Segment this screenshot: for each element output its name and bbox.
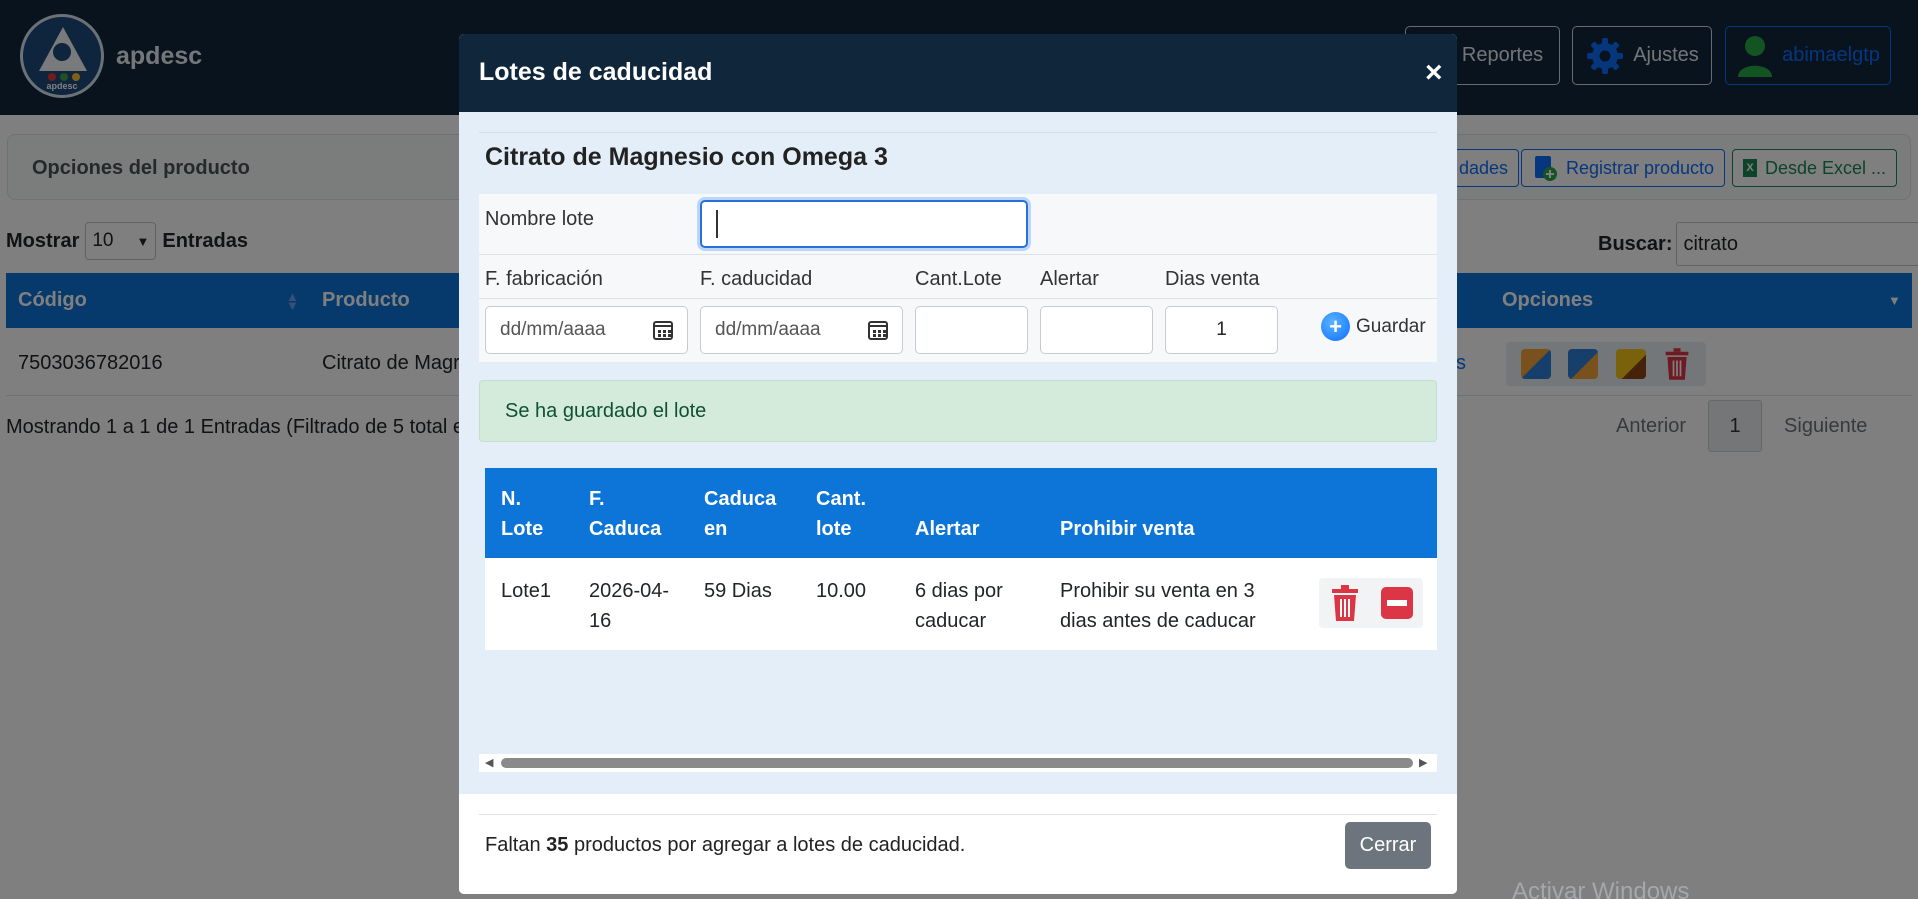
cell-prohibir: Prohibir su venta en 3 dias antes de cadu… (1060, 580, 1256, 632)
lote-row-actions (1319, 578, 1423, 628)
f-fabricacion-input[interactable]: dd/mm/aaaa (485, 306, 688, 354)
calendar-icon[interactable] (653, 320, 673, 340)
text-caret (716, 210, 718, 238)
cell-cant: 10.00 (816, 580, 867, 602)
modal-body: Citrato de Magnesio con Omega 3 Nombre l… (459, 112, 1457, 794)
f-caducidad-placeholder: dd/mm/aaaa (715, 319, 821, 340)
header-cant-lote: Cant. lote (816, 488, 866, 540)
dias-venta-value: 1 (1216, 319, 1227, 340)
calendar-icon[interactable] (868, 320, 888, 340)
cell-caduca-en: 59 Dias (704, 580, 772, 602)
header-n-lote: N. Lote (501, 488, 544, 540)
product-name: Citrato de Magnesio con Omega 3 (485, 143, 888, 171)
plus-circle-icon: + (1321, 312, 1350, 341)
scroll-left-icon[interactable]: ◀ (485, 754, 493, 772)
success-alert: Se ha guardado el lote (479, 380, 1437, 442)
pending-count: 35 (546, 834, 569, 856)
save-lote-label: Guardar (1356, 315, 1426, 337)
table-row: Lote1 2026-04- 16 59 Dias 10.00 6 dias po… (485, 558, 1437, 650)
alertar-label: Alertar (1040, 268, 1099, 290)
lotes-modal: Lotes de caducidad × Citrato de Magnesio… (459, 34, 1457, 894)
horizontal-scrollbar[interactable]: ◀ ▶ (479, 754, 1437, 772)
scrollbar-thumb[interactable] (501, 758, 1413, 768)
header-alertar: Alertar (915, 518, 980, 540)
delete-lote-trash-icon[interactable] (1329, 585, 1361, 621)
minus-square-icon[interactable] (1381, 587, 1413, 619)
header-prohibir-venta: Prohibir venta (1060, 518, 1195, 540)
save-lote-button[interactable]: + Guardar (1321, 312, 1426, 341)
f-fabricacion-placeholder: dd/mm/aaaa (500, 319, 606, 340)
pending-products-text: Faltan 35 productos por agregar a lotes … (485, 834, 966, 856)
f-fabricacion-label: F. fabricación (485, 268, 603, 290)
lote-form: Nombre lote F. fabricación F. caducidad … (479, 194, 1437, 362)
modal-header: Lotes de caducidad × (459, 34, 1457, 112)
modal-title: Lotes de caducidad (479, 58, 713, 86)
lotes-table: N. Lote F. Caduca Caduca en Cant. lote Alert… (485, 468, 1437, 650)
cant-lote-label: Cant.Lote (915, 268, 1002, 290)
dias-venta-label: Dias venta (1165, 268, 1260, 290)
header-f-caduca: F. Caduca (589, 488, 662, 540)
cell-alertar: 6 dias por caducar (915, 580, 1003, 632)
f-caducidad-input[interactable]: dd/mm/aaaa (700, 306, 903, 354)
close-icon[interactable]: × (1425, 56, 1443, 90)
cerrar-button[interactable]: Cerrar (1345, 822, 1431, 869)
header-caduca-en: Caduca en (704, 488, 777, 540)
dias-venta-input[interactable]: 1 (1165, 306, 1278, 354)
cant-lote-input[interactable] (915, 306, 1028, 354)
nombre-lote-input[interactable] (700, 200, 1028, 248)
alertar-input[interactable] (1040, 306, 1153, 354)
cell-lote: Lote1 (501, 580, 552, 602)
f-caducidad-label: F. caducidad (700, 268, 813, 290)
cell-f-caduca: 2026-04- 16 (589, 580, 670, 632)
scroll-right-icon[interactable]: ▶ (1419, 754, 1427, 772)
nombre-lote-label: Nombre lote (485, 208, 594, 230)
modal-footer: Faltan 35 productos por agregar a lotes … (459, 794, 1457, 894)
windows-activation-watermark: Activar Windows (1512, 878, 1690, 899)
lotes-table-header: N. Lote F. Caduca Caduca en Cant. lote Alert… (485, 468, 1437, 558)
